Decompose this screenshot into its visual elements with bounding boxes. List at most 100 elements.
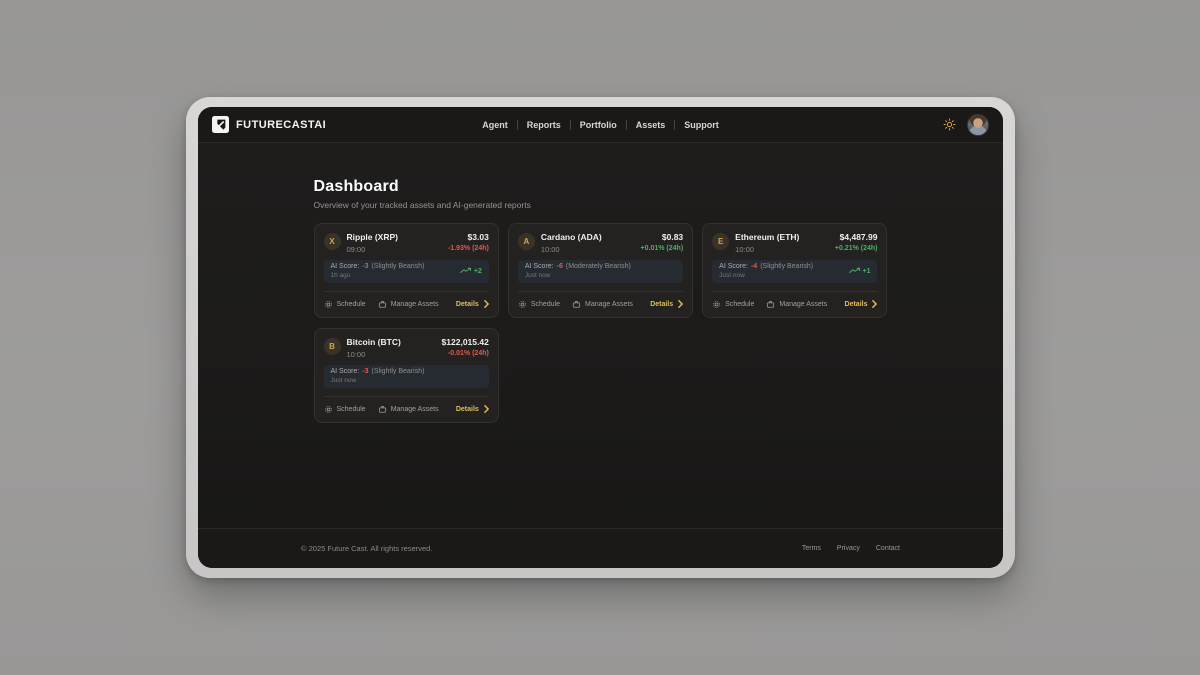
asset-change: +0.21% (24h) [835,245,878,252]
manage-assets-button[interactable]: Manage Assets [378,405,439,414]
footer-link-contact[interactable]: Contact [876,545,900,552]
ai-score-box: AI Score: -3 (Slightly Bearish) Just now [324,365,489,388]
ai-score-value: -3 [362,263,368,270]
asset-price: $122,015.42 [442,337,489,347]
nav-item-reports[interactable]: Reports [518,120,570,130]
footer-links: Terms Privacy Contact [802,545,900,552]
asset-price: $0.83 [641,232,684,242]
asset-time: 10:00 [347,350,436,359]
page-title: Dashboard [314,178,888,196]
card-actions: Schedule Manage Assets [518,300,683,310]
asset-letter-icon: E [712,233,729,250]
manage-assets-label: Manage Assets [391,406,439,413]
nav-item-agent[interactable]: Agent [473,120,517,130]
card-actions: Schedule Manage Assets [712,300,877,310]
ai-score-value: -3 [362,368,368,375]
asset-name: Cardano (ADA) [541,232,635,242]
trend-up-icon [460,267,471,276]
asset-time: 10:00 [541,245,635,254]
briefcase-icon [378,300,387,309]
brand[interactable]: FUTURECASTAI [212,116,473,133]
ai-score-value: -4 [751,263,757,270]
manage-assets-button[interactable]: Manage Assets [378,300,439,309]
ai-sentiment: (Slightly Bearish) [760,263,813,270]
details-button[interactable]: Details [650,300,683,310]
asset-change: -0.01% (24h) [442,350,489,357]
card-header: B Bitcoin (BTC) 10:00 $122,015.42 -0.01%… [324,337,489,359]
manage-assets-button[interactable]: Manage Assets [572,300,633,309]
nav-item-portfolio[interactable]: Portfolio [571,120,626,130]
trend-badge: +2 [460,267,482,276]
asset-card-ripple: X Ripple (XRP) 09:00 $3.03 -1.93% (24h) [314,223,499,318]
details-button[interactable]: Details [456,405,489,415]
chevron-right-icon [484,405,489,415]
asset-time: 09:00 [347,245,442,254]
card-header: E Ethereum (ETH) 10:00 $4,487.99 +0.21% … [712,232,877,254]
asset-cards-grid: X Ripple (XRP) 09:00 $3.03 -1.93% (24h) [314,223,888,423]
copyright: © 2025 Future Cast. All rights reserved. [301,544,432,553]
asset-card-cardano: A Cardano (ADA) 10:00 $0.83 +0.01% (24h) [508,223,693,318]
schedule-button[interactable]: Schedule [324,300,366,309]
chevron-right-icon [678,300,683,310]
app-window: FUTURECASTAI Agent Reports Portfolio Ass… [198,107,1003,568]
briefcase-icon [766,300,775,309]
primary-nav: Agent Reports Portfolio Assets Support [473,120,728,130]
asset-letter-icon: B [324,338,341,355]
schedule-label: Schedule [337,406,366,413]
gear-icon [518,300,527,309]
topbar-right [728,114,989,136]
card-actions: Schedule Manage Assets [324,405,489,415]
schedule-button[interactable]: Schedule [324,405,366,414]
details-label: Details [456,301,479,308]
details-label: Details [456,406,479,413]
gear-icon [324,300,333,309]
details-label: Details [845,301,868,308]
ai-sentiment: (Slightly Bearish) [372,368,425,375]
ai-updated-time: Just now [525,272,631,279]
brand-logo-icon [212,116,229,133]
trend-value: +2 [474,268,482,275]
details-label: Details [650,301,673,308]
schedule-button[interactable]: Schedule [518,300,560,309]
schedule-label: Schedule [531,301,560,308]
gear-icon [712,300,721,309]
asset-change: +0.01% (24h) [641,245,684,252]
manage-assets-label: Manage Assets [585,301,633,308]
footer-link-terms[interactable]: Terms [802,545,821,552]
card-header: A Cardano (ADA) 10:00 $0.83 +0.01% (24h) [518,232,683,254]
asset-card-bitcoin: B Bitcoin (BTC) 10:00 $122,015.42 -0.01%… [314,328,499,423]
trend-value: +1 [863,268,871,275]
details-button[interactable]: Details [845,300,878,310]
gear-icon [324,405,333,414]
ai-updated-time: Just now [331,377,425,384]
desktop-background: FUTURECASTAI Agent Reports Portfolio Ass… [0,0,1200,675]
asset-change: -1.93% (24h) [448,245,489,252]
asset-name: Bitcoin (BTC) [347,337,436,347]
ai-score-box: AI Score: -6 (Moderately Bearish) Just n… [518,260,683,283]
asset-price: $3.03 [448,232,489,242]
asset-price: $4,487.99 [835,232,878,242]
briefcase-icon [572,300,581,309]
details-button[interactable]: Details [456,300,489,310]
ai-sentiment: (Moderately Bearish) [566,263,631,270]
nav-item-assets[interactable]: Assets [627,120,675,130]
card-divider [324,291,489,292]
theme-toggle-sun-icon[interactable] [943,118,956,131]
manage-assets-button[interactable]: Manage Assets [766,300,827,309]
ai-updated-time: 1h ago [331,272,425,279]
nav-item-support[interactable]: Support [675,120,728,130]
asset-card-ethereum: E Ethereum (ETH) 10:00 $4,487.99 +0.21% … [702,223,887,318]
user-avatar[interactable] [967,114,989,136]
card-header: X Ripple (XRP) 09:00 $3.03 -1.93% (24h) [324,232,489,254]
schedule-button[interactable]: Schedule [712,300,754,309]
card-divider [324,396,489,397]
ai-score-label: AI Score: [719,263,748,270]
ai-sentiment: (Slightly Bearish) [372,263,425,270]
card-divider [712,291,877,292]
browser-frame: FUTURECASTAI Agent Reports Portfolio Ass… [186,97,1015,578]
asset-name: Ethereum (ETH) [735,232,829,242]
trend-badge: +1 [849,267,871,276]
ai-score-label: AI Score: [525,263,554,270]
footer-link-privacy[interactable]: Privacy [837,545,860,552]
brand-name: FUTURECASTAI [236,119,326,131]
